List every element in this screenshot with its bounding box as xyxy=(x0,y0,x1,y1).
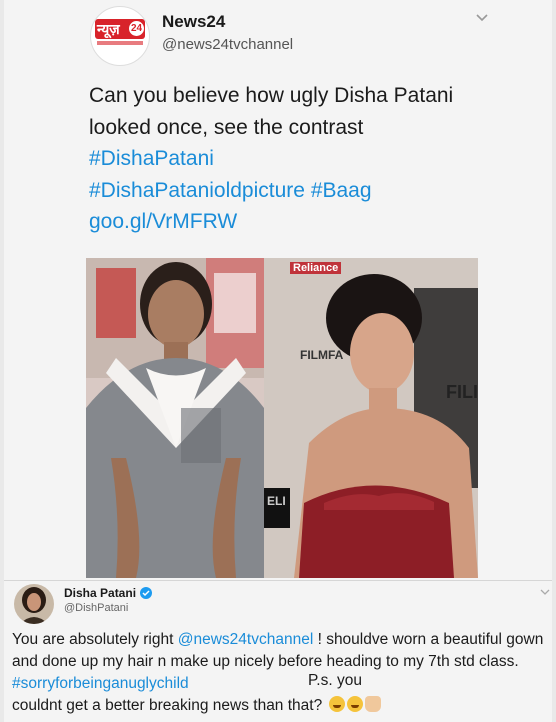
account-handle[interactable]: @DishPatani xyxy=(64,602,128,614)
account-name[interactable]: News24 xyxy=(162,12,225,32)
laughing-emoji-icon xyxy=(328,696,345,712)
logo-number: 24 xyxy=(129,21,144,36)
ps-text: P.s. you xyxy=(307,672,362,689)
laughing-emoji-icon xyxy=(346,696,363,712)
reply-body-text: You are absolutely right xyxy=(12,631,174,648)
photo-logo-text: FILMFA xyxy=(300,348,344,362)
hashtag-link[interactable]: #sorryforbeinganuglychild xyxy=(12,675,189,692)
tweet-body-text: Can you believe how ugly Disha Patani lo… xyxy=(89,84,454,139)
logo-tagline xyxy=(97,41,143,45)
hashtag-link[interactable]: #Baag xyxy=(311,179,372,202)
school-photo xyxy=(86,258,264,578)
avatar[interactable] xyxy=(14,584,54,624)
news24-avatar[interactable]: न्यूज़ 24 xyxy=(90,6,150,66)
photo-logo-text: ELI xyxy=(267,494,286,508)
account-handle[interactable]: @news24tvchannel xyxy=(162,36,293,53)
reply-text: You are absolutely right @news24tvchanne… xyxy=(12,629,552,717)
chevron-down-icon[interactable] xyxy=(538,585,552,599)
news24-tweet: न्यूज़ 24 News24 @news24tvchannel Can yo… xyxy=(4,0,552,580)
hashtag-link[interactable]: #DishaPatani xyxy=(89,147,214,170)
reply-body-text: couldnt get a better breaking news than … xyxy=(12,697,323,714)
photo-logo-text: FILI xyxy=(446,382,478,402)
chevron-down-icon[interactable] xyxy=(472,8,492,28)
tweet-image[interactable]: Reliance FILMFA FILI ELI xyxy=(86,258,478,578)
verified-icon xyxy=(140,587,152,599)
divider xyxy=(4,580,552,581)
filmfare-photo xyxy=(264,258,478,578)
thumbs-up-emoji-icon xyxy=(364,696,381,712)
mention-link[interactable]: @news24tvchannel xyxy=(178,631,314,648)
screenshot-card: न्यूज़ 24 News24 @news24tvchannel Can yo… xyxy=(4,0,552,722)
shortened-link[interactable]: goo.gl/VrMFRW xyxy=(89,210,237,233)
photo-logo-text: Reliance xyxy=(290,262,342,274)
account-name[interactable]: Disha Patani xyxy=(64,586,136,600)
logo-text: न्यूज़ xyxy=(97,21,120,37)
hashtag-link[interactable]: #DishaPatanioldpicture xyxy=(89,179,305,202)
tweet-text: Can you believe how ugly Disha Patani lo… xyxy=(89,80,469,238)
